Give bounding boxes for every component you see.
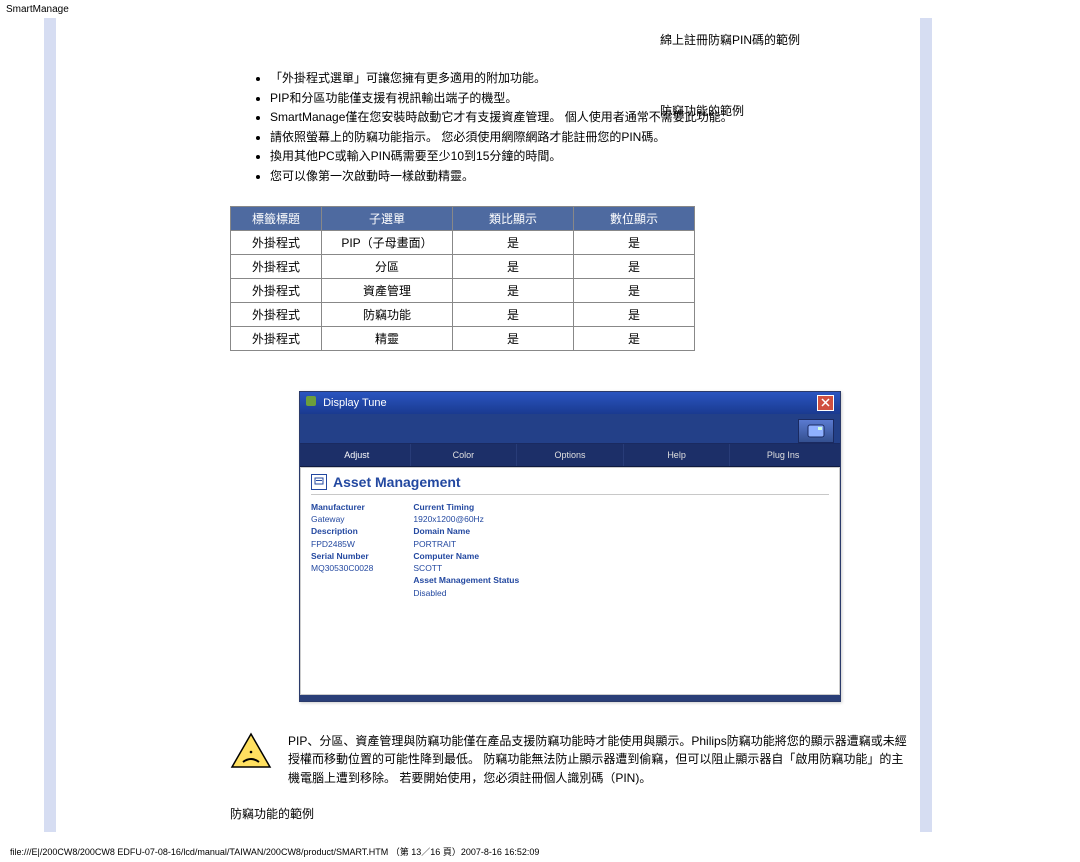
th-digital: 數位顯示: [574, 206, 695, 230]
tab-options[interactable]: Options: [517, 444, 624, 466]
table-row: 外掛程式 精靈 是 是: [231, 326, 695, 350]
table-row: 外掛程式 分區 是 是: [231, 254, 695, 278]
tab-adjust[interactable]: Adjust: [304, 444, 411, 466]
val-domain: PORTRAIT: [413, 538, 519, 550]
close-icon[interactable]: [817, 395, 834, 411]
lbl-serial: Serial Number: [311, 550, 373, 562]
lbl-computer: Computer Name: [413, 550, 519, 562]
lbl-manufacturer: Manufacturer: [311, 501, 373, 513]
warning-text: PIP、分區、資產管理與防竊功能僅在產品支援防竊功能時才能使用與顯示。Phili…: [288, 732, 910, 788]
tab-plugins[interactable]: Plug Ins: [730, 444, 836, 466]
val-description: FPD2485W: [311, 538, 373, 550]
window-bottom-bar: [300, 695, 840, 701]
page-title: SmartManage: [0, 0, 1080, 19]
right-color-stripe: [920, 18, 932, 832]
toolbar-button[interactable]: [798, 419, 834, 443]
bullet-item: 請依照螢幕上的防竊功能指示。 您必須使用網際網路才能註冊您的PIN碼。: [270, 128, 910, 147]
tab-help[interactable]: Help: [624, 444, 731, 466]
app-icon: [306, 396, 316, 406]
lbl-am-status: Asset Management Status: [413, 574, 519, 586]
lbl-domain: Domain Name: [413, 525, 519, 537]
window-title: Display Tune: [306, 396, 387, 409]
left-color-stripe: [44, 18, 56, 832]
warning-icon: [230, 732, 272, 770]
table-row: 外掛程式 防竊功能 是 是: [231, 302, 695, 326]
val-serial: MQ30530C0028: [311, 562, 373, 574]
table-row: 外掛程式 PIP（子母畫面） 是 是: [231, 230, 695, 254]
bullet-item: 換用其他PC或輸入PIN碼需要至少10到15分鐘的時間。: [270, 147, 910, 166]
val-manufacturer: Gateway: [311, 513, 373, 525]
panel-heading: Asset Management: [333, 474, 461, 490]
link-pin-example[interactable]: 綿上註冊防竊PIN碼的範例: [660, 28, 930, 53]
feature-table: 標籤標題 子選單 類比顯示 數位顯示 外掛程式 PIP（子母畫面） 是 是 外掛…: [230, 206, 695, 351]
val-computer: SCOTT: [413, 562, 519, 574]
tab-color[interactable]: Color: [411, 444, 518, 466]
lbl-timing: Current Timing: [413, 501, 519, 513]
bullet-item: 您可以像第一次啟動時一樣啟動精靈。: [270, 167, 910, 186]
th-submenu: 子選單: [322, 206, 453, 230]
th-tab-title: 標籤標題: [231, 206, 322, 230]
table-row: 外掛程式 資產管理 是 是: [231, 278, 695, 302]
link-theft-example[interactable]: 防竊功能的範例: [660, 99, 930, 124]
val-timing: 1920x1200@60Hz: [413, 513, 519, 525]
footer-path: file:///E|/200CW8/200CW8 EDFU-07-08-16/l…: [10, 845, 539, 858]
th-analog: 類比顯示: [453, 206, 574, 230]
lbl-description: Description: [311, 525, 373, 537]
display-tune-window: Display Tune Adjust Color Options Help P…: [299, 391, 841, 702]
asset-icon: [311, 474, 327, 490]
val-am-status: Disabled: [413, 587, 519, 599]
subheading-theft-example: 防竊功能的範例: [230, 805, 910, 822]
